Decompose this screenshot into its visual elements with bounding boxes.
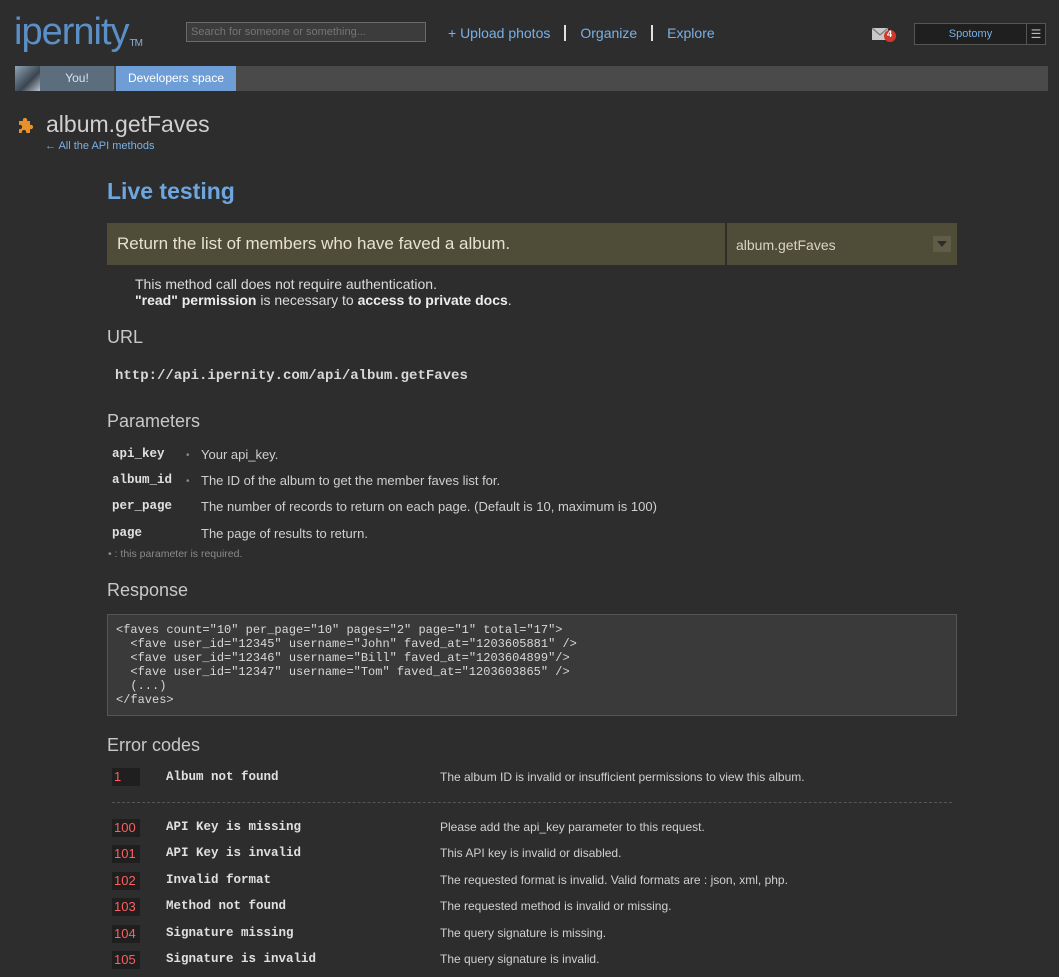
user-menu[interactable]: Spotomy ☰ <box>914 23 1046 45</box>
error-name: Method not found <box>166 899 287 913</box>
error-code-badge: 105 <box>112 951 140 969</box>
error-name: API Key is invalid <box>166 846 302 860</box>
param-name: api_key <box>112 447 165 461</box>
mail-icon[interactable]: 4 <box>871 26 896 42</box>
error-description: This API key is invalid or disabled. <box>440 846 622 860</box>
top-navigation: + Upload photos Organize Explore <box>448 25 715 41</box>
permission-end: . <box>507 292 512 308</box>
permission-line: "read" permission is necessary to access… <box>135 292 512 308</box>
permission-mid: is necessary to <box>256 292 358 308</box>
explore-link[interactable]: Explore <box>667 25 714 41</box>
error-codes-heading: Error codes <box>107 735 201 755</box>
nav-separator <box>651 25 654 41</box>
divider <box>112 802 952 803</box>
error-code-badge: 102 <box>112 872 140 890</box>
avatar[interactable] <box>15 66 40 91</box>
param-name: album_id <box>112 473 173 487</box>
method-select-value: album.getFaves <box>736 237 836 253</box>
error-description: Please add the api_key parameter to this… <box>440 820 705 834</box>
error-code-badge: 1 <box>112 768 140 786</box>
puzzle-icon <box>15 116 35 136</box>
error-name: API Key is missing <box>166 820 302 834</box>
method-description: Return the list of members who have fave… <box>107 223 725 265</box>
param-description: The page of results to return. <box>201 526 368 541</box>
back-to-api-methods-link[interactable]: ← All the API methods <box>45 140 154 152</box>
page-title: album.getFaves <box>46 111 210 137</box>
error-description: The requested method is invalid or missi… <box>440 899 672 913</box>
error-name: Signature is invalid <box>166 952 317 966</box>
error-code-badge: 100 <box>112 819 140 837</box>
private-docs-text: access to private docs <box>357 292 508 308</box>
response-code-block: <faves count="10" per_page="10" pages="2… <box>107 614 957 716</box>
error-code-badge: 101 <box>112 845 140 863</box>
method-select[interactable]: album.getFaves <box>727 223 957 265</box>
nav-separator <box>564 25 567 41</box>
read-permission: "read" permission <box>135 292 257 308</box>
error-name: Signature missing <box>166 926 294 940</box>
param-name: page <box>112 526 143 540</box>
mail-count-badge: 4 <box>887 29 893 39</box>
error-description: The query signature is invalid. <box>440 952 600 966</box>
hamburger-menu-icon[interactable]: ☰ <box>1026 24 1045 44</box>
authentication-note: This method call does not require authen… <box>135 276 512 308</box>
api-url: http://api.ipernity.com/api/album.getFav… <box>115 368 468 384</box>
logo-text: ipernity <box>14 11 129 53</box>
tab-you[interactable]: You! <box>40 66 114 91</box>
error-name: Album not found <box>166 770 279 784</box>
tab-developers-space[interactable]: Developers space <box>116 66 236 91</box>
error-name: Invalid format <box>166 873 272 887</box>
auth-line: This method call does not require authen… <box>135 276 437 292</box>
ipernity-logo[interactable]: ipernityTM <box>14 10 143 54</box>
param-description: Your api_key. <box>201 447 279 462</box>
search-input[interactable] <box>186 22 426 42</box>
organize-link[interactable]: Organize <box>580 25 637 41</box>
required-marker: • <box>186 476 190 487</box>
error-description: The query signature is missing. <box>440 926 607 940</box>
error-description: The album ID is invalid or insufficient … <box>440 770 805 784</box>
upload-photos-link[interactable]: + Upload photos <box>448 25 550 41</box>
error-code-badge: 103 <box>112 898 140 916</box>
error-description: The requested format is invalid. Valid f… <box>440 873 788 887</box>
live-testing-heading: Live testing <box>107 178 235 204</box>
logo-trademark: TM <box>129 38 143 49</box>
error-code-badge: 104 <box>112 925 140 943</box>
parameters-heading: Parameters <box>107 411 201 431</box>
url-heading: URL <box>107 327 144 347</box>
chevron-down-icon[interactable] <box>933 236 951 252</box>
required-note: • : this parameter is required. <box>108 548 243 560</box>
param-name: per_page <box>112 499 173 513</box>
param-description: The number of records to return on each … <box>201 499 657 514</box>
username-link[interactable]: Spotomy <box>915 24 1026 44</box>
response-heading: Response <box>107 580 189 600</box>
param-description: The ID of the album to get the member fa… <box>201 473 501 488</box>
required-marker: • <box>186 450 190 461</box>
